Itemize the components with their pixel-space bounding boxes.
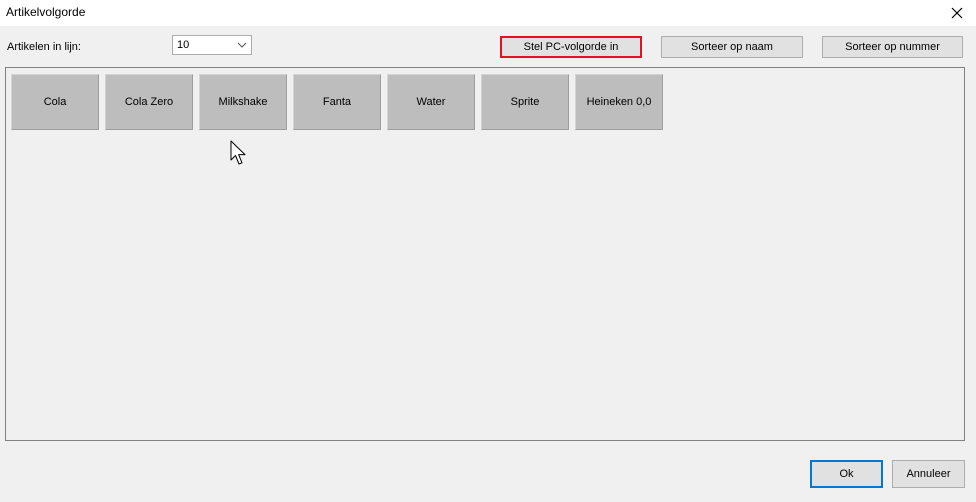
set-pc-order-button[interactable]: Stel PC-volgorde in <box>500 36 642 58</box>
dialog-window: Artikelvolgorde Artikelen in lijn: 10 St… <box>0 0 976 502</box>
cancel-button[interactable]: Annuleer <box>892 460 965 488</box>
window-title: Artikelvolgorde <box>6 5 86 19</box>
article-tile-sprite[interactable]: Sprite <box>481 74 569 130</box>
items-per-row-select[interactable]: 10 <box>172 35 252 55</box>
article-tile-label: Cola <box>43 96 67 108</box>
set-pc-order-label: Stel PC-volgorde in <box>523 41 619 53</box>
items-per-row-value: 10 <box>177 39 190 51</box>
article-tile-label: Sprite <box>510 96 540 108</box>
article-tile-fanta[interactable]: Fanta <box>293 74 381 130</box>
cancel-label: Annuleer <box>906 468 951 480</box>
article-tile-label: Milkshake <box>218 96 268 108</box>
article-tile-cola-zero[interactable]: Cola Zero <box>105 74 193 130</box>
article-tile-heineken-0-0[interactable]: Heineken 0,0 <box>575 74 663 130</box>
title-bar: Artikelvolgorde <box>0 0 976 26</box>
chevron-down-icon <box>237 42 247 48</box>
ok-button[interactable]: Ok <box>810 460 883 488</box>
article-panel: Cola Cola Zero Milkshake Fanta Water Spr… <box>5 67 965 441</box>
sort-by-number-button[interactable]: Sorteer op nummer <box>822 36 963 58</box>
sort-by-name-button[interactable]: Sorteer op naam <box>661 36 803 58</box>
article-tile-cola[interactable]: Cola <box>11 74 99 130</box>
article-tile-water[interactable]: Water <box>387 74 475 130</box>
sort-by-number-label: Sorteer op nummer <box>845 41 940 53</box>
items-per-row-label: Artikelen in lijn: <box>7 41 81 53</box>
article-tile-label: Heineken 0,0 <box>586 96 652 108</box>
sort-by-name-label: Sorteer op naam <box>691 41 773 53</box>
article-tile-label: Cola Zero <box>124 96 174 108</box>
article-tile-label: Fanta <box>322 96 352 108</box>
ok-label: Ok <box>839 468 854 480</box>
article-tile-milkshake[interactable]: Milkshake <box>199 74 287 130</box>
article-tile-label: Water <box>416 96 446 108</box>
close-button[interactable] <box>944 2 970 24</box>
close-icon <box>951 7 963 19</box>
